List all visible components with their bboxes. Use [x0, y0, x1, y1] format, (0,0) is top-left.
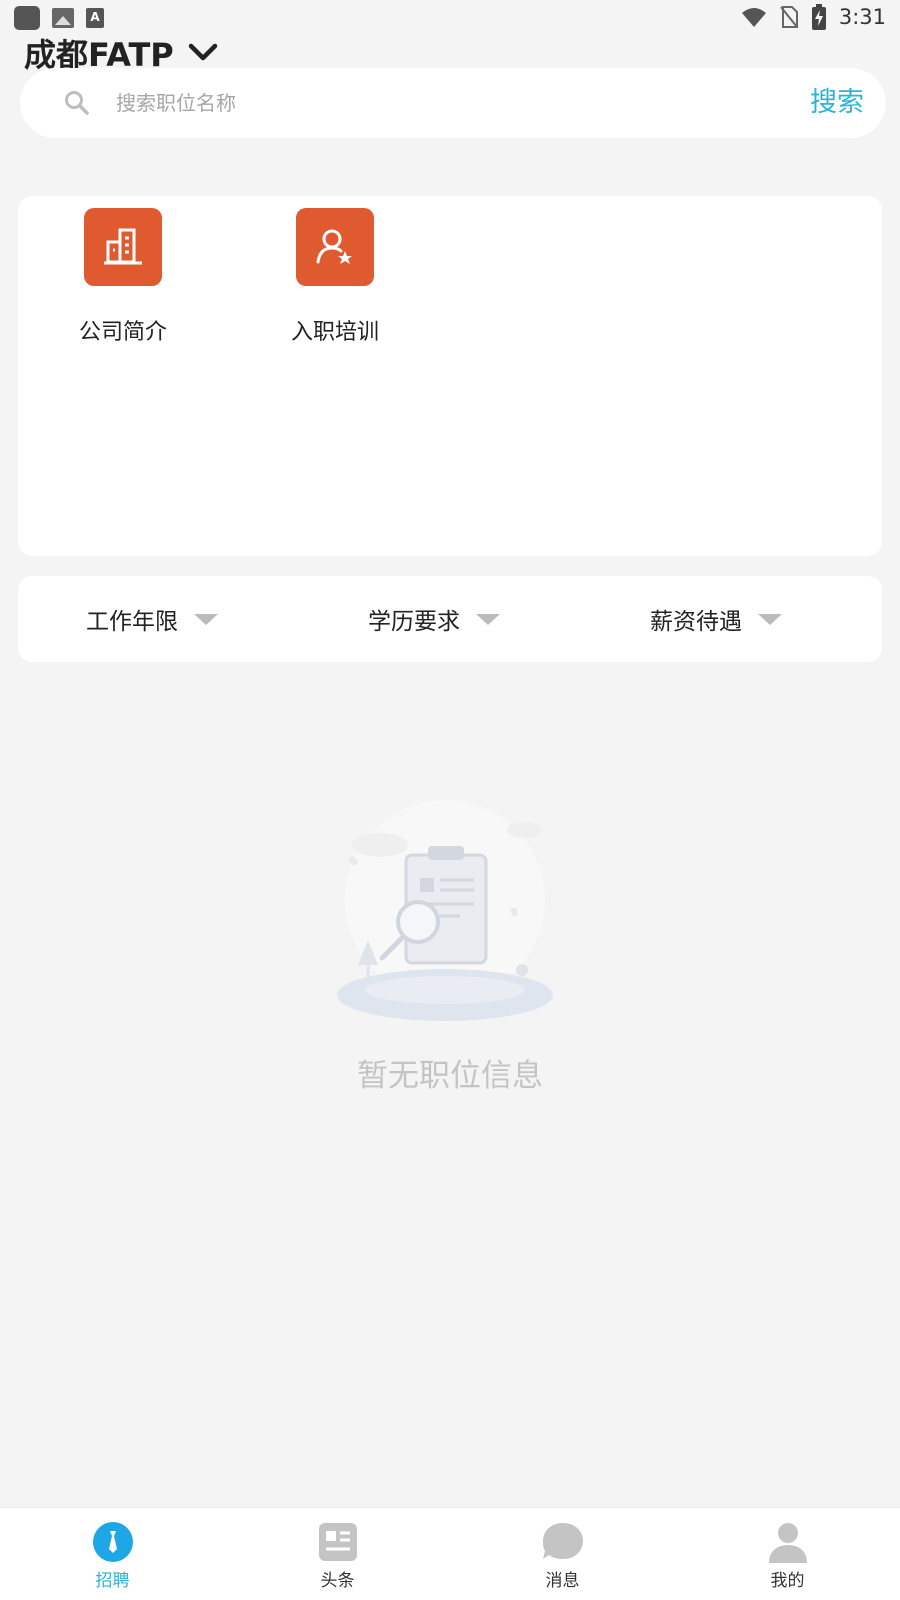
search-input[interactable]	[116, 68, 776, 138]
chat-bubble-icon	[541, 1520, 585, 1564]
wifi-icon	[741, 8, 766, 27]
nav-label: 招聘	[95, 1571, 130, 1591]
filter-label: 工作年限	[86, 609, 178, 635]
filter-experience[interactable]: 工作年限	[86, 576, 218, 662]
clock: 3:31	[838, 5, 886, 29]
company-intro-entry[interactable]: 公司简介	[48, 208, 198, 346]
no-sim-icon	[780, 6, 798, 28]
person-icon	[766, 1520, 810, 1564]
dropdown-arrow-icon	[758, 613, 782, 625]
search-button[interactable]: 搜索	[810, 68, 864, 138]
nav-profile[interactable]: 我的	[675, 1508, 900, 1600]
bottom-nav: 招聘 头条 消息 我的	[0, 1507, 900, 1600]
nav-recruit[interactable]: 招聘	[0, 1508, 225, 1600]
filter-bar: 工作年限 学历要求 薪资待遇	[18, 576, 882, 662]
empty-state-illustration	[337, 800, 553, 1021]
entry-label: 公司简介	[78, 320, 167, 345]
dropdown-arrow-icon	[476, 613, 500, 625]
chevron-down-icon	[188, 43, 218, 61]
tie-icon	[91, 1520, 135, 1564]
filter-education[interactable]: 学历要求	[368, 576, 500, 662]
filter-label: 薪资待遇	[650, 609, 742, 635]
onboarding-training-entry[interactable]: 入职培训	[260, 208, 410, 346]
search-bar: 搜索	[20, 68, 886, 138]
dropdown-arrow-icon	[194, 613, 218, 625]
nav-label: 头条	[320, 1571, 355, 1591]
empty-state-text: 暂无职位信息	[357, 1058, 543, 1094]
image-notification-icon	[52, 8, 74, 28]
quick-entries-card: 公司简介 入职培训	[18, 196, 882, 556]
entry-label: 入职培训	[290, 320, 379, 345]
filter-salary[interactable]: 薪资待遇	[650, 576, 782, 662]
battery-charging-icon	[811, 4, 826, 30]
nav-label: 我的	[770, 1571, 805, 1591]
search-icon	[65, 91, 89, 115]
font-notification-icon: A	[86, 8, 104, 28]
app-notification-icon	[14, 6, 40, 30]
building-icon	[84, 208, 162, 286]
nav-label: 消息	[545, 1571, 580, 1591]
user-star-icon	[296, 208, 374, 286]
nav-messages[interactable]: 消息	[450, 1508, 675, 1600]
filter-label: 学历要求	[368, 609, 460, 635]
news-icon	[316, 1520, 360, 1564]
nav-news[interactable]: 头条	[225, 1508, 450, 1600]
